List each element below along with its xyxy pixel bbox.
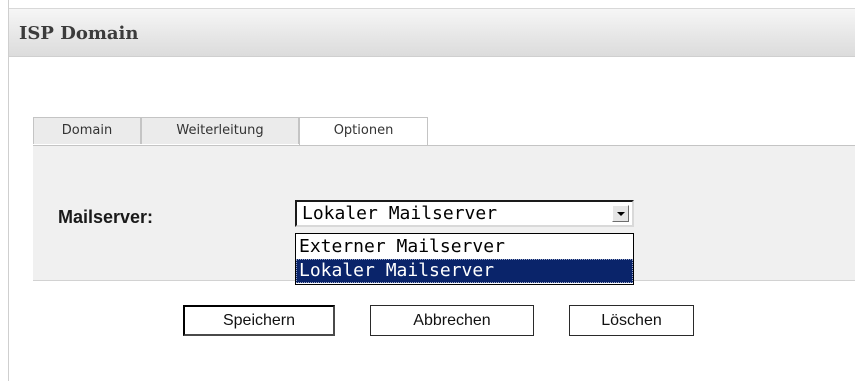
tab-optionen[interactable]: Optionen (299, 117, 428, 145)
cancel-button[interactable]: Abbrechen (370, 305, 534, 336)
isp-domain-panel: ISP Domain Domain Weiterleitung Optionen… (8, 0, 855, 381)
chevron-down-icon[interactable] (612, 205, 629, 222)
mailserver-select-value: Lokaler Mailserver (302, 203, 498, 224)
page-title: ISP Domain (19, 23, 139, 44)
tab-content-optionen: Mailserver: Lokaler Mailserver Externer … (33, 145, 855, 285)
tab-weiterleitung[interactable]: Weiterleitung (141, 117, 299, 144)
dropdown-option-lokaler-mailserver[interactable]: Lokaler Mailserver (296, 259, 633, 283)
panel-header: ISP Domain (9, 8, 855, 57)
dropdown-option-externer-mailserver[interactable]: Externer Mailserver (296, 235, 633, 259)
tab-domain[interactable]: Domain (33, 117, 141, 144)
mailserver-dropdown-list: Externer Mailserver Lokaler Mailserver (295, 233, 634, 285)
delete-button[interactable]: Löschen (569, 305, 694, 336)
mailserver-select[interactable]: Lokaler Mailserver (295, 200, 634, 227)
mailserver-label: Mailserver: (58, 207, 154, 227)
save-button[interactable]: Speichern (183, 305, 335, 336)
